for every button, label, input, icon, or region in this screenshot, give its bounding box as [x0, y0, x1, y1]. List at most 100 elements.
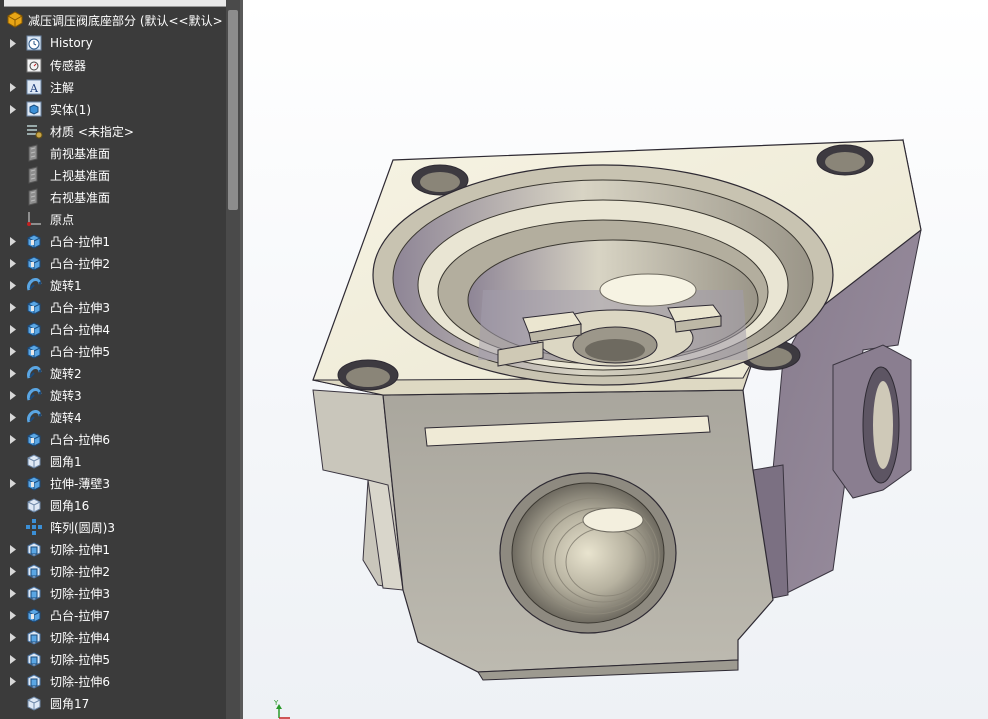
expand-arrow-icon[interactable]: [9, 368, 17, 378]
tree-filter-input[interactable]: [4, 0, 240, 7]
tree-item[interactable]: 右视基准面: [0, 186, 226, 208]
expand-arrow-icon[interactable]: [9, 280, 17, 290]
tree-item-label: 切除-拉伸2: [50, 564, 110, 579]
tree-item-label: 前视基准面: [50, 146, 111, 161]
tree-item[interactable]: History: [0, 32, 226, 54]
tree-item[interactable]: 圆角1: [0, 450, 226, 472]
tree-item-label: 注解: [50, 80, 75, 95]
tree-item[interactable]: A 注解: [0, 76, 226, 98]
boss-extrude-icon: [25, 606, 43, 624]
tree-item[interactable]: 凸台-拉伸5: [0, 340, 226, 362]
tree-item-label: 材质 <未指定>: [50, 124, 134, 139]
tree-item-label: 拉伸-薄壁3: [50, 476, 110, 491]
tree-item[interactable]: 圆角16: [0, 494, 226, 516]
expand-arrow-icon[interactable]: [9, 390, 17, 400]
tree-item[interactable]: 切除-拉伸4: [0, 626, 226, 648]
tree-item[interactable]: 实体(1): [0, 98, 226, 120]
tree-item[interactable]: 凸台-拉伸2: [0, 252, 226, 274]
tree-item[interactable]: 凸台-拉伸4: [0, 318, 226, 340]
expand-arrow-icon[interactable]: [9, 324, 17, 334]
tree-item[interactable]: 传感器: [0, 54, 226, 76]
tree-scroll-thumb[interactable]: [228, 10, 238, 210]
tree-item[interactable]: 旋转1: [0, 274, 226, 296]
expand-arrow-icon[interactable]: [9, 566, 17, 576]
tree-item[interactable]: 前视基准面: [0, 142, 226, 164]
cut-extrude-icon: [25, 584, 43, 602]
tree-item[interactable]: 切除-拉伸2: [0, 560, 226, 582]
tree-item-label: 原点: [50, 212, 75, 227]
boss-extrude-icon: [25, 232, 43, 250]
tree-item-label: 圆角16: [50, 498, 90, 513]
expand-arrow-icon[interactable]: [9, 632, 17, 642]
expand-arrow-icon[interactable]: [9, 258, 17, 268]
tree-item[interactable]: 凸台-拉伸6: [0, 428, 226, 450]
cut-extrude-icon: [25, 672, 43, 690]
tree-item-label: 切除-拉伸5: [50, 652, 110, 667]
tree-item[interactable]: 凸台-拉伸1: [0, 230, 226, 252]
tree-item-label: 切除-拉伸6: [50, 674, 110, 689]
expand-arrow-icon[interactable]: [9, 478, 17, 488]
cut-extrude-icon: [25, 562, 43, 580]
part-model[interactable]: [243, 0, 988, 719]
expand-arrow-icon[interactable]: [9, 588, 17, 598]
expand-arrow-icon[interactable]: [9, 676, 17, 686]
sensor-icon: [25, 56, 43, 74]
tree-item[interactable]: 切除-拉伸5: [0, 648, 226, 670]
tree-item[interactable]: 旋转4: [0, 406, 226, 428]
history-icon: [25, 34, 43, 52]
tree-item-label: 切除-拉伸4: [50, 630, 110, 645]
tree-item[interactable]: 凸台-拉伸3: [0, 296, 226, 318]
expand-arrow-icon[interactable]: [9, 82, 17, 92]
tree-item[interactable]: 阵列(圆周)3: [0, 516, 226, 538]
tree-item-label: 旋转4: [50, 410, 82, 425]
tree-item[interactable]: 旋转3: [0, 384, 226, 406]
boss-extrude-icon: [25, 320, 43, 338]
tree-item-label: 传感器: [50, 58, 87, 73]
tree-item-label: 凸台-拉伸6: [50, 432, 110, 447]
tree-scrollbar[interactable]: [226, 0, 240, 719]
tree-item[interactable]: 材质 <未指定>: [0, 120, 226, 142]
plane-icon: [25, 166, 43, 184]
expand-arrow-icon[interactable]: [9, 104, 17, 114]
tree-item[interactable]: 切除-拉伸1: [0, 538, 226, 560]
tree-item-label: 旋转3: [50, 388, 82, 403]
tree-item-label: 圆角17: [50, 696, 90, 711]
tree-item[interactable]: 旋转2: [0, 362, 226, 384]
expand-arrow-icon[interactable]: [9, 38, 17, 48]
expand-arrow-icon[interactable]: [9, 544, 17, 554]
solid-bodies-icon: [25, 100, 43, 118]
expand-arrow-icon[interactable]: [9, 654, 17, 664]
boss-extrude-icon: [25, 254, 43, 272]
cut-extrude-icon: [25, 650, 43, 668]
graphics-area[interactable]: Y: [243, 0, 988, 719]
tree-item-label: 阵列(圆周)3: [50, 520, 115, 535]
tree-item[interactable]: 拉伸-薄壁3: [0, 472, 226, 494]
tree-item[interactable]: 原点: [0, 208, 226, 230]
tree-item[interactable]: 切除-拉伸6: [0, 670, 226, 692]
tree-root-label: 减压调压阀底座部分 (默认<<默认>: [28, 13, 223, 28]
tree-item-label: 切除-拉伸1: [50, 542, 110, 557]
tree-item-label: 旋转1: [50, 278, 82, 293]
cut-extrude-icon: [25, 628, 43, 646]
expand-arrow-icon[interactable]: [9, 346, 17, 356]
tree-item-label: 凸台-拉伸5: [50, 344, 110, 359]
svg-text:A: A: [29, 82, 39, 95]
tree-item[interactable]: 上视基准面: [0, 164, 226, 186]
tree-item[interactable]: 凸台-拉伸7: [0, 604, 226, 626]
revolve-icon: [25, 364, 43, 382]
boss-extrude-icon: [25, 430, 43, 448]
revolve-icon: [25, 276, 43, 294]
tree-root-part[interactable]: 减压调压阀底座部分 (默认<<默认>: [0, 9, 226, 31]
tree-item-label: 凸台-拉伸1: [50, 234, 110, 249]
expand-arrow-icon[interactable]: [9, 610, 17, 620]
tree-item[interactable]: 圆角17: [0, 692, 226, 714]
expand-arrow-icon[interactable]: [9, 302, 17, 312]
expand-arrow-icon[interactable]: [9, 236, 17, 246]
reference-triad: Y: [273, 700, 290, 719]
expand-arrow-icon[interactable]: [9, 434, 17, 444]
tree-item[interactable]: 切除-拉伸3: [0, 582, 226, 604]
expand-arrow-icon[interactable]: [9, 412, 17, 422]
